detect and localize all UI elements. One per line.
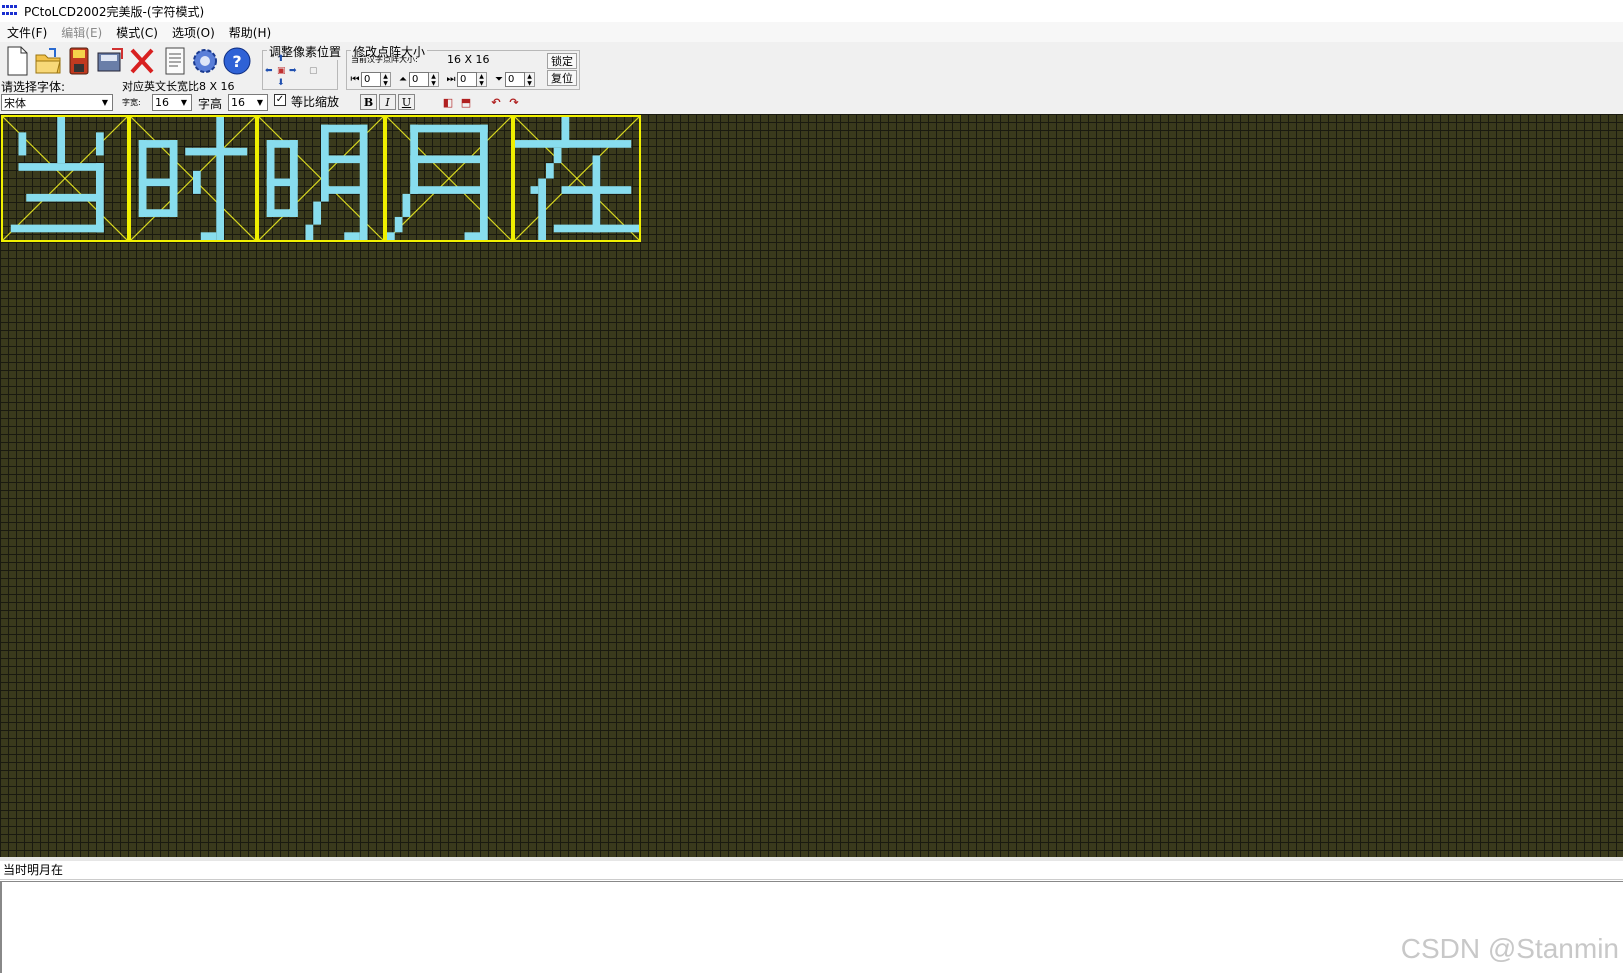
bottom-edge-icon: ⏷ — [495, 73, 503, 85]
right-edge-icon: ⏭ — [446, 73, 456, 85]
new-file-icon — [7, 46, 28, 76]
reset-button[interactable]: 复位 — [547, 70, 577, 86]
window-title: PCtoLCD2002完美版-(字符模式) — [24, 4, 205, 19]
top-margin-stepper[interactable]: ▲ ▼ — [429, 71, 439, 87]
menu-bar: 文件(F) 编辑(E) 模式(C) 选项(O) 帮助(H) — [0, 22, 1623, 42]
shift-up-icon[interactable]: ⬆ — [277, 55, 285, 64]
chevron-down-icon: ▼ — [256, 98, 264, 107]
glyph-zai — [515, 117, 639, 240]
font-family-value: 宋体 — [4, 96, 26, 110]
glyph-cell-4[interactable] — [385, 115, 513, 242]
settings-button[interactable] — [190, 44, 220, 78]
output-textarea[interactable] — [0, 881, 1623, 973]
toolbar: ? 调整像素位置 ⬆ ⬅ ▣ ➡ ⬇ ▢ 修改点阵大小 当前汉字点阵大小: 16… — [0, 42, 1623, 114]
glyph-yue — [387, 117, 511, 240]
folder-icon — [35, 48, 61, 74]
flip-horizontal-icon[interactable]: ◧ — [440, 94, 456, 110]
flip-vertical-icon[interactable]: ⬒ — [458, 94, 474, 110]
top-edge-icon: ⏶ — [399, 73, 407, 85]
top-margin-input[interactable] — [409, 71, 429, 87]
notes-button[interactable] — [160, 44, 190, 78]
toggle-grid-icon[interactable]: ▢ — [309, 67, 318, 76]
svg-text:?: ? — [232, 52, 241, 71]
current-size-label: 当前汉字点阵大小: — [351, 55, 418, 64]
font-height-label: 字高 — [198, 97, 223, 111]
close-icon — [130, 48, 154, 74]
pixel-adjust-group: 调整像素位置 ⬆ ⬅ ▣ ➡ ⬇ ▢ — [262, 43, 344, 90]
save-button[interactable] — [64, 44, 94, 78]
save-as-icon — [97, 48, 123, 72]
underline-button[interactable]: U — [398, 94, 415, 110]
font-height-value: 16 — [231, 96, 245, 109]
watermark: CSDN @Stanmin — [1400, 933, 1619, 964]
glyph-cell-2[interactable] — [129, 115, 257, 242]
font-width-label: 字宽: — [122, 98, 141, 107]
chevron-down-icon: ▼ — [101, 98, 109, 107]
disk-icon — [69, 47, 89, 75]
document-icon — [165, 47, 185, 75]
right-margin-input[interactable] — [457, 71, 477, 87]
menu-options[interactable]: 选项(O) — [165, 24, 222, 41]
left-margin-input[interactable] — [361, 71, 381, 87]
italic-button[interactable]: I — [379, 94, 396, 110]
glyph-shi — [131, 117, 255, 240]
lock-button[interactable]: 锁定 — [547, 53, 577, 69]
font-height-select[interactable]: 16 ▼ — [228, 94, 268, 111]
left-edge-icon: ⏮ — [350, 73, 360, 85]
bottom-margin-input[interactable] — [505, 71, 525, 87]
glyph-cell-5[interactable] — [513, 115, 641, 242]
scale-label: 等比缩放 — [291, 95, 340, 109]
shift-right-icon[interactable]: ➡ — [289, 67, 297, 76]
open-folder-button[interactable] — [33, 44, 63, 78]
scale-checkbox[interactable]: ✓ — [274, 94, 286, 106]
delete-button[interactable] — [127, 44, 157, 78]
rotate-left-icon[interactable]: ↶ — [488, 94, 504, 110]
menu-mode[interactable]: 模式(C) — [109, 24, 165, 41]
rotate-right-icon[interactable]: ↷ — [506, 94, 522, 110]
gear-icon — [193, 49, 217, 73]
shift-down-icon[interactable]: ⬇ — [277, 79, 285, 88]
save-as-button[interactable] — [96, 44, 126, 78]
right-margin-spinner[interactable]: ⏭ ▲▼ — [445, 71, 487, 87]
glyph-cell-1[interactable] — [1, 115, 129, 242]
top-margin-spinner[interactable]: ⏶ ▲▼ — [397, 71, 439, 87]
center-icon[interactable]: ▣ — [277, 67, 286, 76]
app-icon — [2, 5, 18, 17]
right-margin-stepper[interactable]: ▲ ▼ — [477, 71, 487, 87]
font-select-label: 请选择字体: — [1, 80, 66, 94]
glyph-ming — [259, 117, 383, 240]
font-width-select[interactable]: 16 ▼ — [152, 94, 192, 111]
menu-edit[interactable]: 编辑(E) — [54, 24, 109, 41]
left-margin-stepper[interactable]: ▲ ▼ — [381, 71, 391, 87]
input-text-field[interactable]: 当时明月在 — [0, 861, 1623, 880]
glyph-cell-3[interactable] — [257, 115, 385, 242]
resize-matrix-group: 修改点阵大小 当前汉字点阵大小: 16 X 16 锁定 复位 ⏮ ▲▼ ⏶ ▲▼… — [346, 43, 580, 90]
menu-file[interactable]: 文件(F) — [0, 24, 54, 41]
bottom-margin-spinner[interactable]: ⏷ ▲▼ — [493, 71, 535, 87]
help-button[interactable]: ? — [222, 44, 252, 78]
font-width-value: 16 — [155, 96, 169, 109]
new-file-button[interactable] — [2, 44, 32, 78]
chevron-down-icon: ▼ — [180, 98, 188, 107]
bold-button[interactable]: B — [360, 94, 377, 110]
ratio-label: 对应英文长宽比8 X 16 — [122, 80, 235, 93]
shift-left-icon[interactable]: ⬅ — [265, 67, 273, 76]
font-family-select[interactable]: 宋体 ▼ — [1, 94, 113, 111]
glyph-dang — [3, 117, 127, 240]
help-icon: ? — [223, 47, 251, 75]
bottom-margin-stepper[interactable]: ▲ ▼ — [525, 71, 535, 87]
current-size-value: 16 X 16 — [447, 53, 490, 66]
title-bar: PCtoLCD2002完美版-(字符模式) — [0, 0, 1623, 22]
menu-help[interactable]: 帮助(H) — [222, 24, 278, 41]
dot-matrix-canvas[interactable] — [0, 114, 1623, 857]
left-margin-spinner[interactable]: ⏮ ▲▼ — [349, 71, 391, 87]
